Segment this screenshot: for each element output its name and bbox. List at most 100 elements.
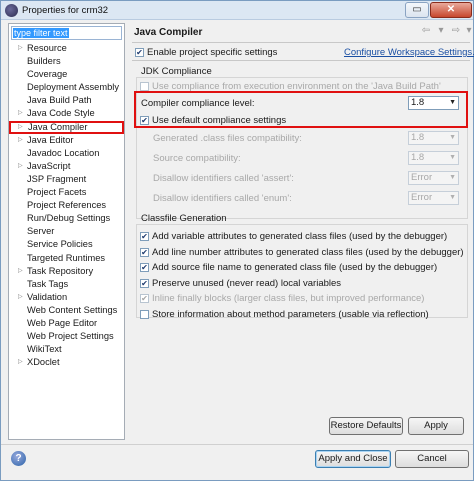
expand-arrow-icon[interactable]: ▷	[18, 121, 26, 134]
classfile-option-checkbox[interactable]	[140, 232, 149, 241]
tree-item[interactable]: ▷ Task Repository	[9, 265, 124, 278]
source-compat-select[interactable]: 1.8 ▼	[408, 151, 459, 165]
dropdown-arrow-icon: ▼	[449, 154, 456, 161]
tree-item[interactable]: Deployment Assembly	[9, 81, 124, 94]
tree-item[interactable]: ▷ Java Compiler	[9, 120, 124, 134]
tree-item[interactable]: ▷ XDoclet	[9, 356, 124, 369]
tree-item[interactable]: Run/Debug Settings	[9, 212, 124, 225]
tree-item[interactable]: Task Tags	[9, 278, 124, 291]
tree-item[interactable]: JSP Fragment	[9, 173, 124, 186]
back-arrow-icon[interactable]: ⇦	[420, 25, 432, 36]
disallow-enum-select[interactable]: Error ▼	[408, 191, 459, 205]
use-default-compliance-label: Use default compliance settings	[152, 115, 287, 126]
tree-item-label: JavaScript	[27, 160, 71, 171]
tree-item[interactable]: Builders	[9, 55, 124, 68]
expand-arrow-icon[interactable]: ▷	[18, 265, 26, 278]
tree-item[interactable]: Web Page Editor	[9, 317, 124, 330]
tree-item-label: Deployment Assembly	[27, 82, 119, 93]
expand-arrow-icon[interactable]: ▷	[18, 160, 26, 173]
classfile-option-checkbox[interactable]	[140, 263, 149, 273]
chevron-down-icon[interactable]: ▾	[435, 25, 447, 36]
compiler-compliance-value: 1.8	[411, 97, 425, 108]
tree-item-label: Javadoc Location	[27, 147, 100, 158]
tree-item-label: Project Facets	[27, 187, 87, 198]
use-default-compliance-checkbox[interactable]	[140, 116, 149, 125]
category-tree: ▷ Resource Builders Coverage Deployment Asse…	[9, 42, 124, 369]
disallow-enum-value: Error	[411, 192, 433, 203]
tree-item-label: XDoclet	[27, 357, 60, 368]
tree-item[interactable]: Web Content Settings	[9, 304, 124, 317]
tree-item-label: Java Build Path	[27, 95, 92, 106]
classfile-option-checkbox[interactable]	[140, 278, 149, 288]
tree-item[interactable]: ▷ Java Editor	[9, 134, 124, 147]
cancel-button[interactable]: Cancel	[395, 450, 469, 468]
source-compat-label: Source compatibility:	[153, 153, 241, 164]
classfile-generation-title: Classfile Generation	[141, 213, 227, 224]
expand-arrow-icon[interactable]: ▷	[18, 356, 26, 369]
category-tree-panel: type filter text ▷ Resource Builders Covera…	[8, 23, 125, 440]
tree-item-label: JSP Fragment	[27, 173, 87, 184]
tree-item-label: Java Editor	[27, 134, 74, 145]
tree-item[interactable]: Service Policies	[9, 238, 124, 251]
tree-item[interactable]: Project Facets	[9, 186, 124, 199]
configure-workspace-link[interactable]: Configure Workspace Settings...	[344, 47, 474, 58]
tree-item-label: Resource	[27, 43, 67, 53]
expand-arrow-icon[interactable]: ▷	[18, 42, 26, 55]
classfile-option-checkbox[interactable]	[140, 310, 149, 319]
expand-arrow-icon[interactable]: ▷	[18, 107, 26, 120]
expand-arrow-icon[interactable]: ▷	[18, 291, 26, 304]
tree-item-label: Service Policies	[27, 239, 93, 250]
tree-item-label: Coverage	[27, 69, 68, 80]
dropdown-arrow-icon: ▼	[449, 99, 456, 106]
compiler-compliance-select[interactable]: 1.8 ▼	[408, 96, 459, 110]
tree-item-label: Run/Debug Settings	[27, 213, 111, 224]
title-divider	[132, 42, 470, 43]
tree-item[interactable]: Coverage	[9, 68, 124, 81]
generated-class-value: 1.8	[411, 132, 425, 143]
use-compliance-env-checkbox[interactable]	[140, 82, 149, 91]
disallow-enum-label: Disallow identifiers called 'enum':	[153, 193, 292, 204]
classfile-option-checkbox[interactable]	[140, 247, 149, 257]
generated-class-select[interactable]: 1.8 ▼	[408, 131, 459, 145]
tree-item[interactable]: Web Project Settings	[9, 330, 124, 343]
maximize-button[interactable]: ▭	[405, 2, 429, 18]
tree-item[interactable]: Java Build Path	[9, 94, 124, 107]
tree-item-label: Task Repository	[27, 265, 94, 276]
enable-project-specific-label: Enable project specific settings	[147, 47, 278, 58]
apply-button[interactable]: Apply	[408, 417, 464, 435]
tree-item-label: WikiText	[27, 344, 62, 355]
tree-item[interactable]: ▷ Validation	[9, 291, 124, 304]
apply-and-close-button[interactable]: Apply and Close	[315, 450, 391, 468]
tree-item[interactable]: ▷ Resource	[9, 42, 124, 55]
disallow-assert-label: Disallow identifiers called 'assert':	[153, 173, 294, 184]
tree-item[interactable]: Targeted Runtimes	[9, 252, 124, 265]
filter-input[interactable]: type filter text	[11, 26, 122, 40]
classfile-option-label: Add variable attributes to generated cla…	[152, 231, 448, 242]
tree-item[interactable]: Project References	[9, 199, 124, 212]
page-title: Java Compiler	[134, 27, 203, 38]
help-icon[interactable]: ?	[11, 451, 26, 466]
java-compiler-page: Java Compiler ⇦ ▾ ⇨ ▾ Enable project spe…	[132, 23, 474, 440]
disallow-assert-value: Error	[411, 172, 433, 183]
tree-item[interactable]: ▷ JavaScript	[9, 160, 124, 173]
menu-chevron-icon[interactable]: ▾	[463, 25, 474, 36]
tree-item[interactable]: Javadoc Location	[9, 147, 124, 160]
tree-item-label: Web Page Editor	[27, 317, 98, 328]
eclipse-icon	[5, 4, 18, 17]
tree-item[interactable]: ▷ Java Code Style	[9, 107, 124, 120]
tree-item-label: Validation	[27, 291, 68, 302]
tree-item[interactable]: Server	[9, 225, 124, 238]
forward-arrow-icon[interactable]: ⇨	[450, 25, 462, 36]
disallow-assert-select[interactable]: Error ▼	[408, 171, 459, 185]
classfile-option-label: Add source file name to generated class …	[152, 262, 438, 274]
expand-arrow-icon[interactable]: ▷	[18, 134, 26, 147]
tree-item-label: Server	[27, 226, 55, 237]
title-bar: Properties for crm32 ▭ ✕	[1, 1, 473, 20]
classfile-option-checkbox[interactable]	[140, 294, 149, 304]
enable-project-specific-checkbox[interactable]	[135, 48, 144, 57]
restore-defaults-button[interactable]: Restore Defaults	[329, 417, 403, 435]
close-button[interactable]: ✕	[430, 2, 472, 18]
classfile-option-label: Store information about method parameter…	[152, 309, 429, 320]
tree-item[interactable]: WikiText	[9, 343, 124, 356]
properties-dialog: Properties for crm32 ▭ ✕ type filter tex…	[0, 0, 474, 481]
